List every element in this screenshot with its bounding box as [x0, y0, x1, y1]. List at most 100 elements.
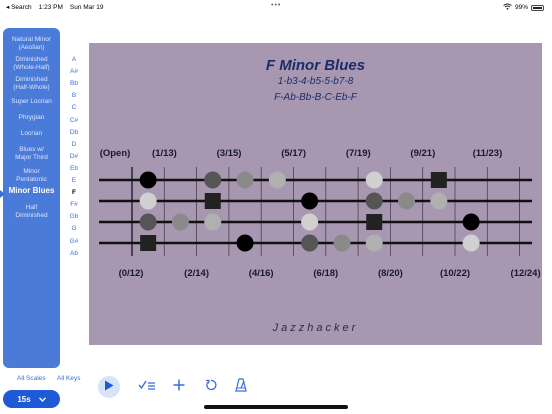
- scale-item[interactable]: Natural Minor (Aeolian): [3, 36, 60, 52]
- fret-label-top: (Open): [100, 148, 131, 159]
- battery-percent: 99%: [514, 4, 528, 11]
- multitasking-dots-icon[interactable]: •••: [271, 2, 281, 9]
- brand-label: Jazzhacker: [272, 322, 359, 334]
- key-item[interactable]: C: [66, 104, 82, 111]
- all-keys-button[interactable]: All Keys: [57, 375, 80, 382]
- fret-label-top: (11/23): [473, 148, 503, 159]
- scale-item-label-line2: Diminished: [15, 212, 48, 219]
- fret-label-bottom: (8/20): [378, 268, 403, 279]
- scale-item-label-line2: (Whole-Half): [13, 64, 50, 71]
- key-item[interactable]: F#: [66, 201, 82, 208]
- key-item[interactable]: Eb: [66, 165, 82, 172]
- scale-list: Natural Minor (Aeolian) Diminished (Whole-H…: [3, 28, 60, 368]
- key-item[interactable]: C#: [66, 117, 82, 124]
- add-button[interactable]: [168, 376, 190, 398]
- back-to-search-link[interactable]: ◂ Search: [6, 3, 32, 11]
- key-item[interactable]: Gb: [66, 213, 82, 220]
- metronome-icon: [235, 377, 247, 397]
- scale-item-label: Minor Blues: [8, 186, 55, 195]
- scale-item-label: Half: [25, 204, 38, 211]
- fret-label-top: (7/19): [346, 148, 371, 159]
- status-date: Sun Mar 19: [69, 3, 104, 11]
- scale-item[interactable]: Super Locrian: [3, 98, 60, 106]
- fret-label-bottom: (12/24): [511, 268, 541, 279]
- scale-note-marker: [365, 234, 383, 252]
- chevron-down-icon: [38, 395, 46, 404]
- all-scales-button[interactable]: All Scales: [17, 375, 46, 382]
- fret-label-bottom: (4/16): [249, 268, 274, 279]
- status-bar: ◂ Search 1:23 PM Sun Mar 19 ••• 99%: [0, 0, 552, 14]
- key-item[interactable]: Bb: [66, 80, 82, 87]
- wifi-icon: [503, 3, 512, 12]
- scale-item-label-line2: Pentatonic: [16, 176, 47, 183]
- root-note-marker: [366, 214, 383, 230]
- scale-note-marker: [301, 213, 319, 231]
- fretboard-diagram: (Open) (1/13) (3/15) (5/17) (7/19) (9/21) (11/…: [99, 148, 541, 279]
- scale-note-marker: [398, 192, 416, 210]
- scale-item[interactable]: Phrygian: [3, 114, 60, 122]
- scale-item[interactable]: Half Diminished: [3, 204, 60, 220]
- checklist-icon: [138, 378, 156, 396]
- scale-item[interactable]: Diminished (Half-Whole): [3, 76, 60, 92]
- checklist-button[interactable]: [136, 376, 158, 398]
- fret-label-bottom: (0/12): [119, 268, 144, 279]
- root-note-marker: [430, 172, 447, 188]
- key-item[interactable]: G: [66, 225, 82, 232]
- key-item[interactable]: A: [66, 56, 82, 63]
- fret-label-top: (3/15): [217, 148, 242, 159]
- key-item[interactable]: D: [66, 141, 82, 148]
- home-indicator[interactable]: [204, 405, 348, 409]
- status-time: 1:23 PM: [38, 3, 63, 11]
- key-item[interactable]: Db: [66, 129, 82, 136]
- scale-item-label: Blues w/: [19, 146, 44, 153]
- scale-note-marker: [462, 234, 480, 252]
- battery-icon: [531, 4, 544, 11]
- key-item[interactable]: E: [66, 177, 82, 184]
- fret-label-bottom: (10/22): [440, 268, 470, 279]
- key-item[interactable]: F: [66, 189, 82, 196]
- scale-item-label-line2: (Aeolian): [18, 44, 45, 51]
- scale-note-marker: [301, 192, 319, 210]
- key-item[interactable]: D#: [66, 153, 82, 160]
- scale-item[interactable]: Diminished (Whole-Half): [3, 56, 60, 72]
- plus-icon: [173, 378, 185, 396]
- scale-note-marker: [139, 213, 157, 231]
- metronome-button[interactable]: [230, 376, 252, 398]
- fretboard-panel: F Minor Blues 1-b3-4-b5-5-b7-8 F-Ab-Bb-B…: [89, 43, 542, 345]
- key-item[interactable]: A#: [66, 68, 82, 75]
- scale-note-marker: [365, 171, 383, 189]
- scale-item-label-line2: Major Third: [15, 154, 48, 161]
- tempo-selector[interactable]: 15s: [3, 390, 60, 408]
- repeat-button[interactable]: [200, 376, 222, 398]
- scale-item[interactable]: Blues w/Major Third: [3, 146, 60, 162]
- scale-item[interactable]: Minor Pentatonic: [3, 168, 60, 184]
- scale-item-label: Diminished: [15, 56, 48, 63]
- tempo-value: 15s: [17, 394, 31, 404]
- scale-note-marker: [236, 171, 254, 189]
- root-note-marker: [140, 235, 157, 251]
- scale-item-label: Super Locrian: [11, 98, 52, 105]
- scale-item[interactable]: Locrian: [3, 130, 60, 138]
- scale-note-marker: [204, 213, 222, 231]
- key-item[interactable]: Ab: [66, 250, 82, 257]
- scale-note-marker: [139, 192, 157, 210]
- scale-note-marker: [333, 234, 351, 252]
- scale-item[interactable]: Minor Blues: [3, 187, 60, 195]
- repeat-icon: [205, 378, 217, 396]
- scale-note-marker: [430, 192, 448, 210]
- scale-item-label: Locrian: [20, 130, 43, 137]
- key-item[interactable]: G#: [66, 238, 82, 245]
- scale-note-marker: [139, 171, 157, 189]
- fret-label-bottom: (6/18): [313, 268, 338, 279]
- root-note-marker: [204, 193, 221, 209]
- key-item[interactable]: B: [66, 92, 82, 99]
- scale-note-marker: [236, 234, 254, 252]
- scale-item-label: Diminished: [15, 76, 48, 83]
- selected-scale-marker-icon: [0, 190, 5, 198]
- scale-item-label-line2: (Half-Whole): [13, 84, 50, 91]
- scale-note-marker: [268, 171, 286, 189]
- play-button[interactable]: [98, 376, 120, 398]
- play-icon: [104, 378, 114, 396]
- fret-label-bottom: (2/14): [184, 268, 209, 279]
- scale-note-marker: [462, 213, 480, 231]
